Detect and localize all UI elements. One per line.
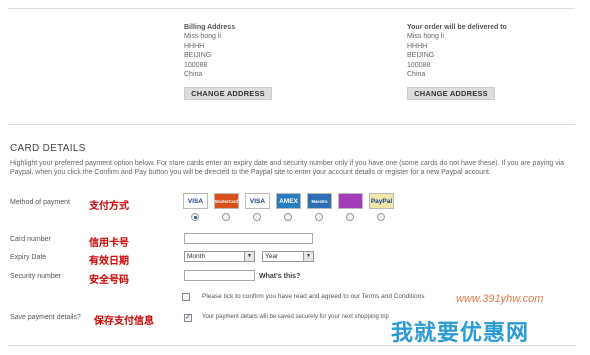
payment-card-2[interactable]: VISA	[245, 193, 270, 209]
billing-address-line: HHHH	[184, 42, 205, 50]
card-number-label-zh: 信用卡号	[89, 238, 129, 249]
expiry-month-value: Month	[187, 253, 206, 260]
payment-card-6[interactable]: PayPal	[369, 193, 394, 209]
section-divider	[8, 124, 575, 125]
payment-method-radio[interactable]	[315, 213, 323, 221]
watermark-url: www.391yhw.com	[456, 293, 544, 305]
expiry-month-select[interactable]: Month ▼	[184, 251, 255, 262]
delivery-address-line: Miss hong li	[407, 33, 444, 40]
expiry-date-label: Expiry Date	[10, 254, 47, 261]
terms-checkbox[interactable]	[182, 293, 190, 301]
security-number-label-zh: 安全号码	[89, 275, 129, 286]
payment-method-radio[interactable]	[346, 213, 354, 221]
billing-address-block: Billing Address Miss hong li HHHH BEIJIN…	[184, 24, 235, 80]
payment-method-radio[interactable]	[377, 213, 385, 221]
terms-text: Please tick to confirm you have read and…	[202, 293, 425, 300]
method-of-payment-label: Method of payment	[10, 199, 70, 206]
delivery-address-title: Your order will be delivered to	[407, 24, 507, 31]
security-number-input[interactable]	[184, 270, 255, 281]
change-billing-address-button[interactable]: CHANGE ADDRESS	[184, 87, 272, 100]
watermark-logo: 我就要优惠网	[391, 321, 530, 346]
delivery-address-block: Your order will be delivered to Miss hon…	[407, 24, 507, 80]
expiry-year-select[interactable]: Year ▼	[262, 251, 314, 262]
payment-method-radio[interactable]	[253, 213, 261, 221]
payment-method-radio[interactable]	[222, 213, 230, 221]
billing-address-line: 100088	[184, 61, 208, 69]
delivery-address-line: China	[407, 71, 426, 78]
security-number-label: Security number	[10, 273, 61, 280]
save-payment-label: Save payment details?	[10, 314, 81, 321]
card-number-label: Card number	[10, 236, 51, 243]
card-details-title: CARD DETAILS	[10, 143, 86, 154]
delivery-address-line: BEIJING	[407, 52, 435, 59]
card-details-intro: Highlight your preferred payment option …	[10, 160, 565, 176]
top-divider	[8, 8, 575, 9]
save-payment-label-zh: 保存支付信息	[94, 316, 154, 327]
expiry-year-value: Year	[265, 253, 279, 260]
change-delivery-address-button[interactable]: CHANGE ADDRESS	[407, 87, 495, 100]
chevron-down-icon: ▼	[244, 252, 254, 261]
method-of-payment-label-zh: 支付方式	[89, 201, 129, 212]
payment-card-3[interactable]: AMEX	[276, 193, 301, 209]
billing-address-line: BEIJING	[184, 52, 212, 59]
delivery-address-line: 100088	[407, 61, 431, 69]
chevron-down-icon: ▼	[303, 252, 313, 261]
payment-method-radio[interactable]	[191, 213, 199, 221]
payment-method-radio[interactable]	[284, 213, 292, 221]
expiry-date-label-zh: 有效日期	[89, 256, 129, 267]
billing-address-line: China	[184, 71, 203, 78]
delivery-address-line: HHHH	[407, 42, 428, 50]
payment-card-0[interactable]: VISA	[183, 193, 208, 209]
billing-address-line: Miss hong li	[184, 33, 221, 40]
payment-card-5[interactable]	[338, 193, 363, 209]
whats-this-link[interactable]: What's this?	[259, 273, 300, 280]
billing-address-title: Billing Address	[184, 24, 236, 31]
payment-card-1[interactable]: MasterCard	[214, 193, 239, 209]
payment-card-4[interactable]: Maestro	[307, 193, 332, 209]
card-number-input[interactable]	[184, 233, 313, 244]
save-payment-checkbox[interactable]: ✓	[184, 314, 192, 322]
